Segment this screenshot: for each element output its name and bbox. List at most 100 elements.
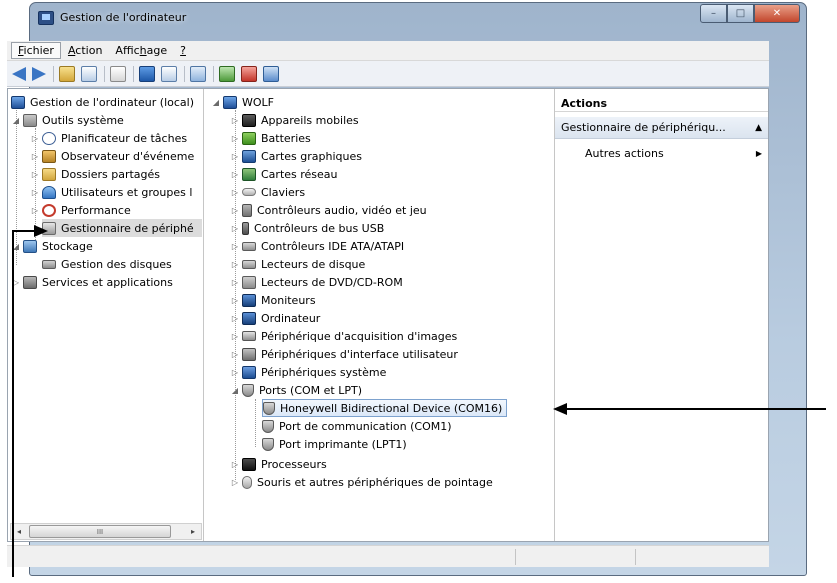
device-category[interactable]: ▷ Processeurs [230,455,327,473]
menu-help[interactable]: ? [174,43,192,58]
title-bar[interactable]: Gestion de l'ordinateur – □ ✕ [30,3,806,33]
window-title: Gestion de l'ordinateur [60,11,187,24]
computer-management-icon [38,11,54,25]
collapsed-icon[interactable]: ▷ [230,242,240,251]
collapsed-icon[interactable]: ▷ [30,134,40,143]
collapse-up-icon[interactable]: ▲ [755,123,762,133]
close-button[interactable]: ✕ [754,4,800,23]
tree-node-local-users[interactable]: ▷ Utilisateurs et groupes l [30,183,192,201]
device-category-label: Périphériques d'interface utilisateur [261,347,458,361]
device-honeywell-com16[interactable]: Honeywell Bidirectional Device (COM16) [262,399,508,417]
device-category[interactable]: ▷ Périphérique d'acquisition d'images [230,327,457,345]
device-tree-root[interactable]: ◢ WOLF [211,93,274,111]
expanded-icon[interactable]: ◢ [211,98,221,107]
show-hide-tree-icon[interactable] [81,65,97,82]
scroll-thumb[interactable]: III [29,525,171,538]
collapsed-icon[interactable]: ▷ [230,296,240,305]
collapsed-icon[interactable]: ▷ [230,460,240,469]
maximize-button[interactable]: □ [727,4,754,23]
scroll-right-button[interactable]: ▸ [185,524,201,539]
device-category-label: Périphérique d'acquisition d'images [261,329,458,343]
minimize-button[interactable]: – [700,4,727,23]
device-category[interactable]: ▷ Ordinateur [230,309,320,327]
actions-other[interactable]: Autres actions ▶ [555,143,768,163]
collapsed-icon[interactable]: ▷ [230,188,240,197]
scroll-grip: III [96,527,104,536]
expanded-icon[interactable]: ◢ [230,386,240,395]
device-category[interactable]: ▷ Cartes réseau [230,165,338,183]
device-tree: ◢ WOLF ▷ Appareils mobiles ▷ Batteries ▷ Ca… [208,89,553,541]
device-category[interactable]: ▷ Moniteurs [230,291,316,309]
tree-line [255,399,256,447]
tree-node-system-tools[interactable]: ◢ Outils système [11,111,124,129]
tree-node-task-scheduler[interactable]: ▷ Planificateur de tâches [30,129,187,147]
collapsed-icon[interactable]: ▷ [30,152,40,161]
up-folder-icon[interactable] [59,65,75,82]
menu-action[interactable]: Action [62,43,108,58]
actions-section-device-manager[interactable]: Gestionnaire de périphériqu... ▲ [555,117,768,139]
collapsed-icon[interactable]: ▷ [230,350,240,359]
forward-arrow-icon[interactable] [32,66,46,81]
device-category[interactable]: ▷ Contrôleurs de bus USB [230,219,384,237]
tree-node-disk-management[interactable]: Gestion des disques [42,255,172,273]
collapsed-icon[interactable]: ▷ [230,224,240,233]
device-lpt1[interactable]: Port imprimante (LPT1) [262,435,407,453]
device-com1[interactable]: Port de communication (COM1) [262,417,452,435]
device-category-label: Moniteurs [261,293,316,307]
menu-affichage-pre: Affic [115,44,140,57]
collapsed-icon[interactable]: ▷ [230,134,240,143]
collapsed-icon[interactable]: ▷ [30,206,40,215]
expanded-icon[interactable]: ◢ [11,116,21,125]
tree-node-services[interactable]: ▷ Services et applications [11,273,173,291]
console-tree-icon[interactable] [161,65,177,82]
collapsed-icon[interactable]: ▷ [230,478,240,487]
network-card-icon [242,167,256,181]
collapsed-icon[interactable]: ▷ [230,260,240,269]
enable-device-icon[interactable] [263,65,279,82]
collapsed-icon[interactable]: ▷ [230,278,240,287]
menu-fichier[interactable]: Fichier [11,42,61,59]
scanner-icon [242,331,256,341]
device-category[interactable]: ▷ Contrôleurs audio, vidéo et jeu [230,201,427,219]
device-category[interactable]: ▷ Périphériques d'interface utilisateur [230,345,458,363]
device-category[interactable]: ▷ Batteries [230,129,311,147]
device-category[interactable]: ▷ Souris et autres périphériques de point… [230,473,493,491]
help-icon[interactable] [139,65,155,82]
device-category[interactable]: ▷ Claviers [230,183,305,201]
uninstall-icon[interactable] [241,65,257,82]
horizontal-scrollbar[interactable]: ◂ III ▸ [10,523,202,540]
collapsed-icon[interactable]: ▷ [230,206,240,215]
scan-hardware-icon[interactable] [190,65,206,82]
tree-node-storage[interactable]: ◢ Stockage [11,237,93,255]
update-driver-icon[interactable] [219,65,235,82]
collapsed-icon[interactable]: ▷ [230,116,240,125]
tree-node-root[interactable]: Gestion de l'ordinateur (local) [11,93,194,111]
device-category[interactable]: ▷ Périphériques système [230,363,386,381]
device-category[interactable]: ▷ Lecteurs de DVD/CD-ROM [230,273,403,291]
collapsed-icon[interactable]: ▷ [230,152,240,161]
disk-drive-icon [242,259,256,269]
toolbar-separator [213,65,214,82]
tree-node-event-viewer[interactable]: ▷ Observateur d'événeme [30,147,194,165]
device-category[interactable]: ▷ Appareils mobiles [230,111,359,129]
device-label: Port imprimante (LPT1) [279,437,407,451]
menu-affichage[interactable]: Affichage [109,43,173,58]
tree-node-shared-folders[interactable]: ▷ Dossiers partagés [30,165,160,183]
collapsed-icon[interactable]: ▷ [30,170,40,179]
device-category[interactable]: ▷ Cartes graphiques [230,147,362,165]
tree-node-performance[interactable]: ▷ Performance [30,201,131,219]
graphics-card-icon [242,149,256,163]
device-category[interactable]: ▷ Lecteurs de disque [230,255,365,273]
device-category[interactable]: ▷ Contrôleurs IDE ATA/ATAPI [230,237,404,255]
client-area: Gestion de l'ordinateur (local) ◢ Outils… [7,88,769,542]
tree-node-device-manager[interactable]: Gestionnaire de périphé [42,219,202,237]
back-arrow-icon[interactable] [12,66,26,81]
collapsed-icon[interactable]: ▷ [230,314,240,323]
device-category-label: Cartes réseau [261,167,338,181]
collapsed-icon[interactable]: ▷ [30,188,40,197]
properties-icon[interactable] [110,65,126,82]
collapsed-icon[interactable]: ▷ [230,368,240,377]
device-category-ports[interactable]: ◢ Ports (COM et LPT) [230,381,362,399]
collapsed-icon[interactable]: ▷ [230,170,240,179]
collapsed-icon[interactable]: ▷ [230,332,240,341]
